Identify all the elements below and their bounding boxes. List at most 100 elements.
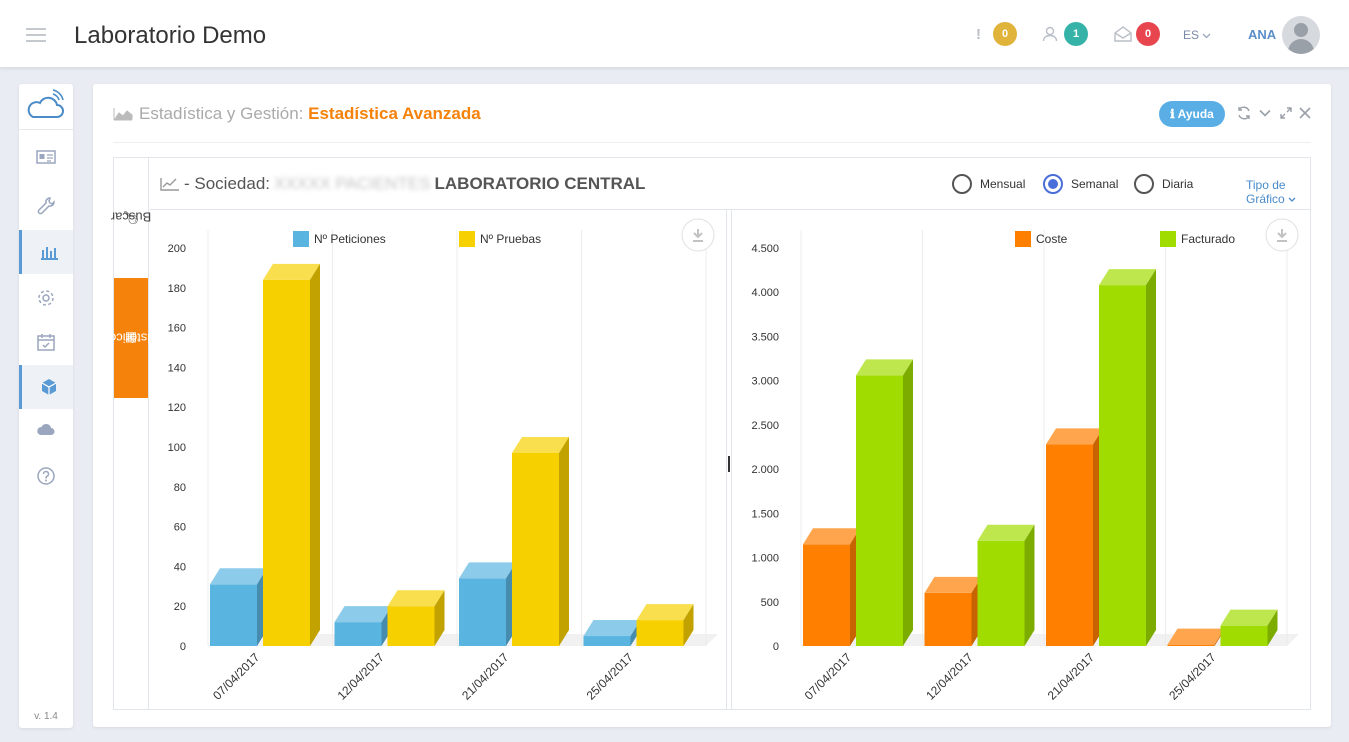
radio-diaria[interactable]: Diaria: [1134, 174, 1193, 194]
chart-peticiones-pruebas: 0 20 40 60 80 100 120 140 160 180 200 07/04/2017 12/…: [150, 210, 726, 709]
radio-mensual[interactable]: Mensual: [952, 174, 1025, 194]
sidebar-item-records[interactable]: [19, 136, 73, 180]
legend-item[interactable]: Facturado: [1160, 231, 1235, 247]
x-tick-label: 21/04/2017: [1045, 650, 1098, 703]
radio-circle[interactable]: [1134, 174, 1154, 194]
bar[interactable]: [1167, 628, 1225, 646]
sidebar-item-calendar[interactable]: [19, 320, 73, 364]
breadcrumb-prefix: Estadística y Gestión:: [139, 104, 304, 123]
svg-text:Facturado: Facturado: [1181, 232, 1235, 246]
y-tick-label: 200: [168, 243, 186, 255]
version-label: v. 1.4: [34, 711, 58, 722]
download-icon[interactable]: [1265, 218, 1299, 252]
tab-buscar-label: Buscar: [110, 209, 152, 225]
user-icon: [1042, 26, 1058, 42]
split-handle[interactable]: [726, 210, 732, 709]
language-selector[interactable]: ES: [1183, 28, 1211, 42]
gear-icon: [38, 290, 54, 306]
sidebar-item-cloud[interactable]: [19, 408, 73, 452]
radio-circle[interactable]: [1043, 174, 1063, 194]
chart-coste-facturado: 0 500 1.000 1.500 2.000 2.500 3.000 3.500 4.000 4…: [733, 210, 1310, 709]
menu-icon[interactable]: [26, 28, 46, 42]
expand-icon[interactable]: [1279, 106, 1293, 120]
bar[interactable]: [263, 263, 320, 646]
chevron-down-icon: [1288, 197, 1296, 202]
bar[interactable]: [459, 562, 516, 646]
envelope-icon: [1114, 26, 1132, 42]
help-icon: [37, 467, 55, 485]
chart-type-dropdown[interactable]: Tipo de Gráfico: [1246, 178, 1310, 206]
info-icon: ℹ: [1170, 107, 1175, 121]
sidebar-item-help[interactable]: [19, 454, 73, 498]
messages-button[interactable]: 0: [1114, 22, 1162, 46]
chart-svg: 0 500 1.000 1.500 2.000 2.500 3.000 3.500 4.000 4…: [751, 218, 1299, 703]
avatar[interactable]: [1282, 16, 1320, 54]
tab-buscar[interactable]: 🔍︎ Buscar: [110, 158, 152, 276]
bar[interactable]: [1046, 428, 1103, 646]
chart-title: - Sociedad: XXXXX PACIENTES LABORATORIO CE…: [160, 174, 645, 194]
sidebar: v. 1.4: [19, 84, 73, 728]
legend-item[interactable]: Nº Peticiones: [293, 231, 386, 247]
lab-name: LABORATORIO CENTRAL: [434, 174, 646, 193]
app-title: Laboratorio Demo: [74, 22, 267, 49]
bar[interactable]: [334, 606, 392, 646]
breadcrumb-current: Estadística Avanzada: [308, 104, 481, 123]
bar[interactable]: [387, 590, 445, 646]
sidebar-item-tools[interactable]: [19, 184, 73, 228]
y-tick-label: 120: [168, 402, 186, 414]
chart-type-label: Tipo de Gráfico: [1246, 178, 1286, 206]
bar-chart-icon: [41, 247, 58, 260]
y-tick-label: 2.000: [751, 464, 779, 476]
radio-semanal[interactable]: Semanal: [1043, 174, 1118, 194]
id-card-icon: [36, 150, 56, 164]
y-tick-label: 100: [168, 442, 186, 454]
users-button[interactable]: 1: [1042, 22, 1090, 46]
y-tick-label: 20: [174, 601, 186, 613]
breadcrumb: Estadística y Gestión: Estadística Avanz…: [113, 104, 481, 124]
line-chart-icon: [160, 178, 179, 191]
radio-circle[interactable]: [952, 174, 972, 194]
bar[interactable]: [1220, 609, 1278, 646]
cube-icon: [41, 379, 57, 395]
close-icon[interactable]: [1298, 106, 1312, 120]
download-icon[interactable]: [681, 218, 715, 252]
messages-badge: 0: [1136, 22, 1160, 46]
user-name[interactable]: ANA: [1248, 27, 1276, 42]
users-badge: 1: [1064, 22, 1088, 46]
bar[interactable]: [977, 524, 1035, 646]
chart-header: - Sociedad: XXXXX PACIENTES LABORATORIO CE…: [150, 158, 1310, 210]
alerts-button[interactable]: ! 0: [976, 22, 1020, 46]
refresh-icon[interactable]: [1237, 106, 1251, 120]
chevron-down-icon: [1202, 33, 1211, 39]
y-tick-label: 80: [174, 482, 186, 494]
bar[interactable]: [856, 359, 913, 646]
x-tick-label: 12/04/2017: [923, 650, 976, 703]
bar[interactable]: [1099, 269, 1156, 646]
y-tick-label: 4.000: [751, 287, 779, 299]
sidebar-item-settings[interactable]: [19, 276, 73, 320]
bar[interactable]: [636, 604, 694, 646]
legend-item[interactable]: Nº Pruebas: [459, 231, 541, 247]
main-panel: Estadística y Gestión: Estadística Avanz…: [93, 84, 1331, 727]
bar[interactable]: [210, 568, 267, 646]
bar[interactable]: [583, 620, 641, 646]
y-tick-label: 40: [174, 561, 186, 573]
legend-item[interactable]: Coste: [1015, 231, 1068, 247]
sidebar-item-products[interactable]: [19, 365, 73, 409]
cloud-logo-icon[interactable]: [19, 84, 73, 130]
x-tick-label: 25/04/2017: [584, 650, 637, 703]
x-tick-label: 07/04/2017: [802, 650, 855, 703]
svg-text:Nº Peticiones: Nº Peticiones: [314, 232, 386, 246]
x-tick-label: 12/04/2017: [335, 650, 388, 703]
tab-historicos[interactable]: ▦ Históricos: [102, 278, 160, 398]
radio-label: Semanal: [1071, 177, 1119, 191]
bar[interactable]: [803, 528, 860, 646]
sidebar-item-statistics[interactable]: [19, 230, 73, 274]
help-button[interactable]: ℹ Ayuda: [1159, 101, 1225, 127]
bar[interactable]: [512, 436, 569, 646]
y-tick-label: 3.500: [751, 331, 779, 343]
y-tick-label: 1.000: [751, 553, 779, 565]
bar[interactable]: [924, 576, 982, 646]
collapse-icon[interactable]: [1258, 106, 1272, 120]
blurred-company: XXXXX PACIENTES: [274, 174, 431, 193]
